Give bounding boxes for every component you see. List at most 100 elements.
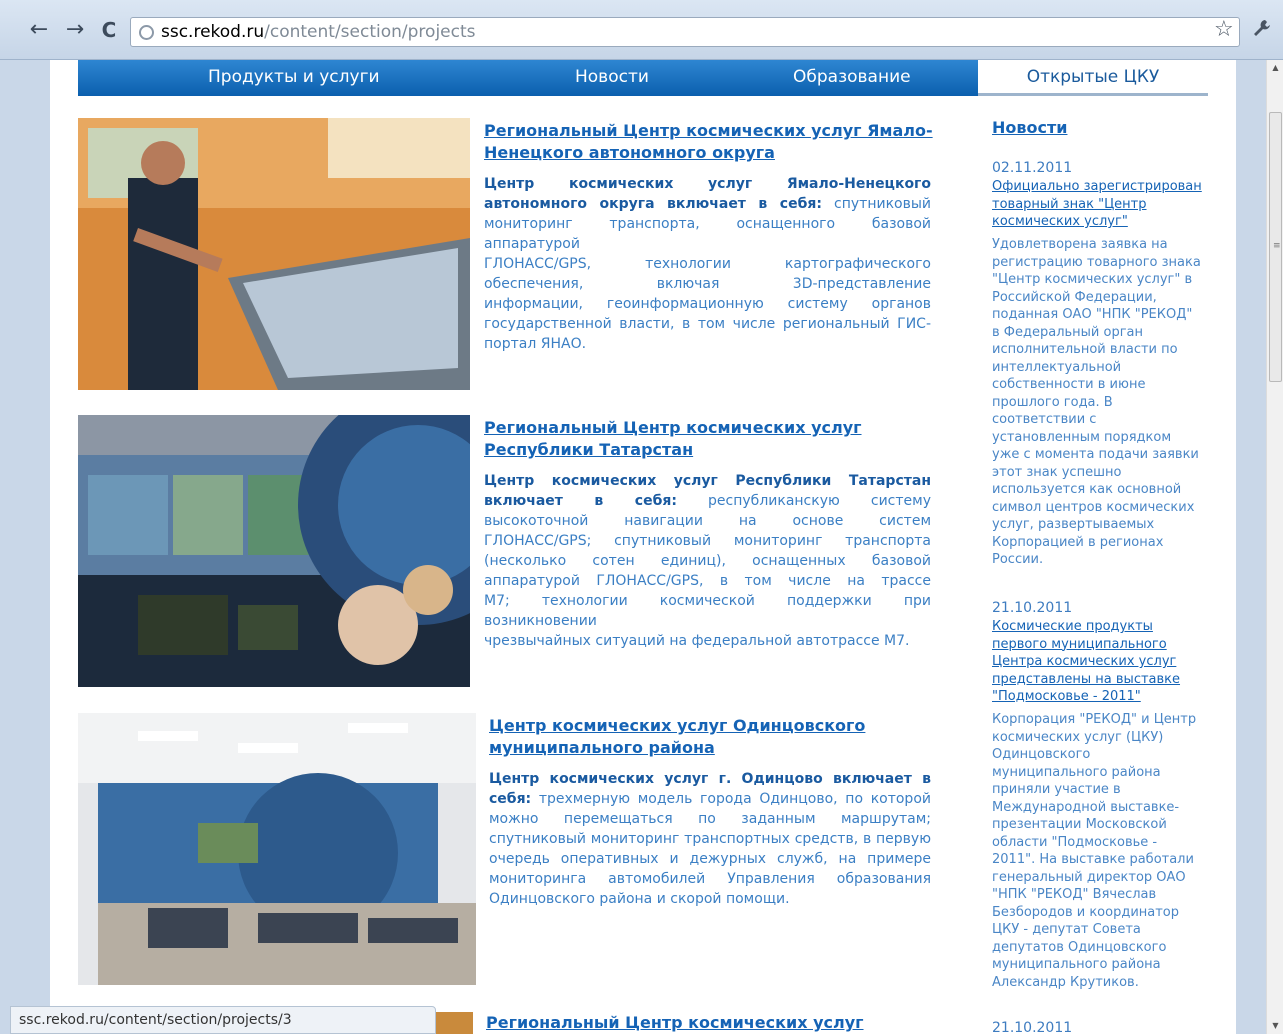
url-path: /content/section/projects [264,22,476,42]
news-link[interactable]: Космические продукты первого муниципально… [992,618,1218,706]
project-title-partial[interactable]: Региональный Центр космических услуг [486,1012,864,1034]
news-text-line: Корпорация "РЕКОД" и Центр [992,712,1197,727]
news-link-line[interactable]: представлены на выставке [992,671,1218,689]
browser-toolbar: ← → C ssc.rekod.ru/content/section/proje… [0,0,1283,60]
news-text-line: 2011". На выставке работали [992,852,1194,867]
project-photo-yamal[interactable] [78,118,470,390]
description-text: высокоточной навигации на основе систем [484,513,931,529]
description-text: Одинцовского района и скорой помощи. [489,891,790,907]
description-text: аппаратурой ГЛОНАСС/GPS, в том числе на … [484,573,931,589]
news-text-line: Международной выставке- [992,799,1180,815]
news-text-line: поданная ОАО "НПК "РЕКОД" [992,307,1193,322]
address-bar[interactable]: ssc.rekod.ru/content/section/projects [130,17,1240,47]
news-text-line: приняли участие в [992,782,1121,797]
news-text-line: муниципального района [992,764,1161,780]
page-content: Продукты и услуги Новости Образование От… [50,60,1236,1034]
description-text: чрезвычайных ситуаций на федеральной авт… [484,633,910,649]
description-bold: себя: [489,791,532,807]
news-text-line: депутатов Одинцовского [992,939,1167,955]
news-link-line[interactable]: Космические продукты [992,618,1218,636]
news-text-line: области "Подмосковье - [992,834,1158,850]
news-link-line[interactable]: космических услуг" [992,213,1218,231]
news-text-line: муниципального района [992,957,1161,972]
reload-icon[interactable]: C [96,16,122,44]
project-photo-odintsovo[interactable] [78,713,476,985]
description-bold: автономного округа включает в себя: [484,196,822,212]
description-text: мониторинга автомобилей Управления образ… [489,871,931,887]
vertical-scrollbar[interactable]: ▲ ≡ ▼ [1266,60,1283,1034]
project-desc-odintsovo: Центр космических услуг г. Одинцово вклю… [489,769,931,909]
menu-item-education[interactable]: Образование [793,60,911,96]
news-link-line[interactable]: Центра космических услуг [992,653,1218,671]
news-link-line[interactable]: товарный знак "Центр [992,196,1218,214]
description-text: можно перемещаться по заданным маршрутам… [489,811,931,827]
project-title-yamal[interactable]: Региональный Центр космических услуг Яма… [484,120,933,164]
description-text: спутниковый [821,196,931,212]
news-link[interactable]: Официально зарегистрирован товарный знак … [992,178,1218,231]
news-text-line: генеральный директор ОАО [992,869,1186,885]
description-line: обеспечения, включая 3D-представление [484,274,931,294]
description-line: очередь оперативных и дежурных служб, на… [489,849,931,869]
news-text-line: ЦКУ - депутат Совета [992,922,1141,937]
news-text-line: презентации Московской [992,817,1167,832]
top-menu: Продукты и услуги Новости Образование [78,60,978,96]
description-text: информации, геоинформационную систему ор… [484,296,931,312]
scroll-thumb[interactable]: ≡ [1269,112,1282,382]
news-text-line: "НПК "РЕКОД" Вячеслав [992,887,1157,902]
news-link-line[interactable]: "Подмосковье - 2011" [992,688,1218,706]
description-text: мониторинг транспорта, оснащенного базов… [484,216,931,252]
news-heading[interactable]: Новости [992,118,1067,137]
news-text: Удовлетворена заявка на регистрацию товар… [992,236,1218,569]
news-date: 21.10.2011 [992,600,1073,616]
description-line: спутниковый мониторинг транспортных сред… [489,829,931,849]
url-host: ssc.rekod.ru [161,22,265,42]
project-desc-yamal: Центр космических услуг Ямало-Ненецкого а… [484,174,931,354]
description-line: информации, геоинформационную систему ор… [484,294,931,314]
menu-item-open-centers[interactable]: Открытые ЦКУ [978,60,1208,96]
description-line: мониторинга автомобилей Управления образ… [489,869,931,889]
news-text-line: России. [992,552,1044,567]
menu-item-news[interactable]: Новости [575,60,649,96]
bookmark-star-icon[interactable]: ☆ [1214,17,1234,42]
news-text-line: этот знак успешно [992,464,1122,480]
project-title-tatarstan[interactable]: Региональный Центр космических услуг Респ… [484,417,862,461]
description-line: Центр космических услуг Республики Татар… [484,471,931,491]
description-line: автономного округа включает в себя: спут… [484,194,931,214]
description-text: республиканскую систему [676,493,931,509]
project-photo-tatarstan[interactable] [78,415,470,687]
news-text-line: установленным порядком [992,429,1172,445]
news-text-line: используется как основной [992,482,1182,497]
scroll-up-icon[interactable]: ▲ [1267,60,1283,76]
description-text: ГЛОНАСС/GPS, технологии картографическог… [484,256,931,272]
news-text-line: услуг, развертываемых [992,517,1155,532]
description-line: Центр космических услуг г. Одинцово вклю… [489,769,931,789]
description-line: (несколько сотен единиц), оснащенных баз… [484,551,931,571]
news-link-line[interactable]: первого муниципального [992,636,1218,654]
page-viewport: Продукты и услуги Новости Образование От… [10,60,1266,1034]
back-icon[interactable]: ← [26,16,52,44]
news-link-line[interactable]: Официально зарегистрирован [992,178,1218,196]
news-text-line: собственности в июне [992,377,1146,392]
description-line: М7; технологии космической поддержки при… [484,591,931,631]
news-text-line: Удовлетворена заявка на [992,237,1168,252]
description-text: очередь оперативных и дежурных служб, на… [489,851,931,867]
news-text-line: Одинцовского [992,747,1091,762]
description-line: ГЛОНАСС/GPS, технологии картографическог… [484,254,931,274]
description-text: трехмерную модель города Одинцово, по ко… [531,791,931,807]
news-text-line: космических услуг (ЦКУ) [992,729,1164,745]
description-bold: Центр космических услуг Ямало-Ненецкого [484,176,931,192]
news-text-line: Российской Федерации, [992,289,1157,305]
description-line: Центр космических услуг Ямало-Ненецкого [484,174,931,194]
news-text-line: Корпорацией в регионах [992,534,1164,550]
forward-icon[interactable]: → [62,16,88,44]
wrench-icon[interactable] [1252,18,1272,43]
description-text: государственной власти, в том числе реги… [484,316,931,332]
description-text: обеспечения, включая 3D-представление [484,276,931,292]
menu-item-products[interactable]: Продукты и услуги [208,60,380,96]
description-text: портал ЯНАО. [484,336,587,352]
description-line: включает в себя: республиканскую систему [484,491,931,511]
project-title-odintsovo[interactable]: Центр космических услуг Одинцовского муни… [489,715,865,759]
news-text-line: в Федеральный орган [992,324,1144,340]
scroll-down-icon[interactable]: ▼ [1267,1018,1283,1034]
description-line: Одинцовского района и скорой помощи. [489,889,931,909]
